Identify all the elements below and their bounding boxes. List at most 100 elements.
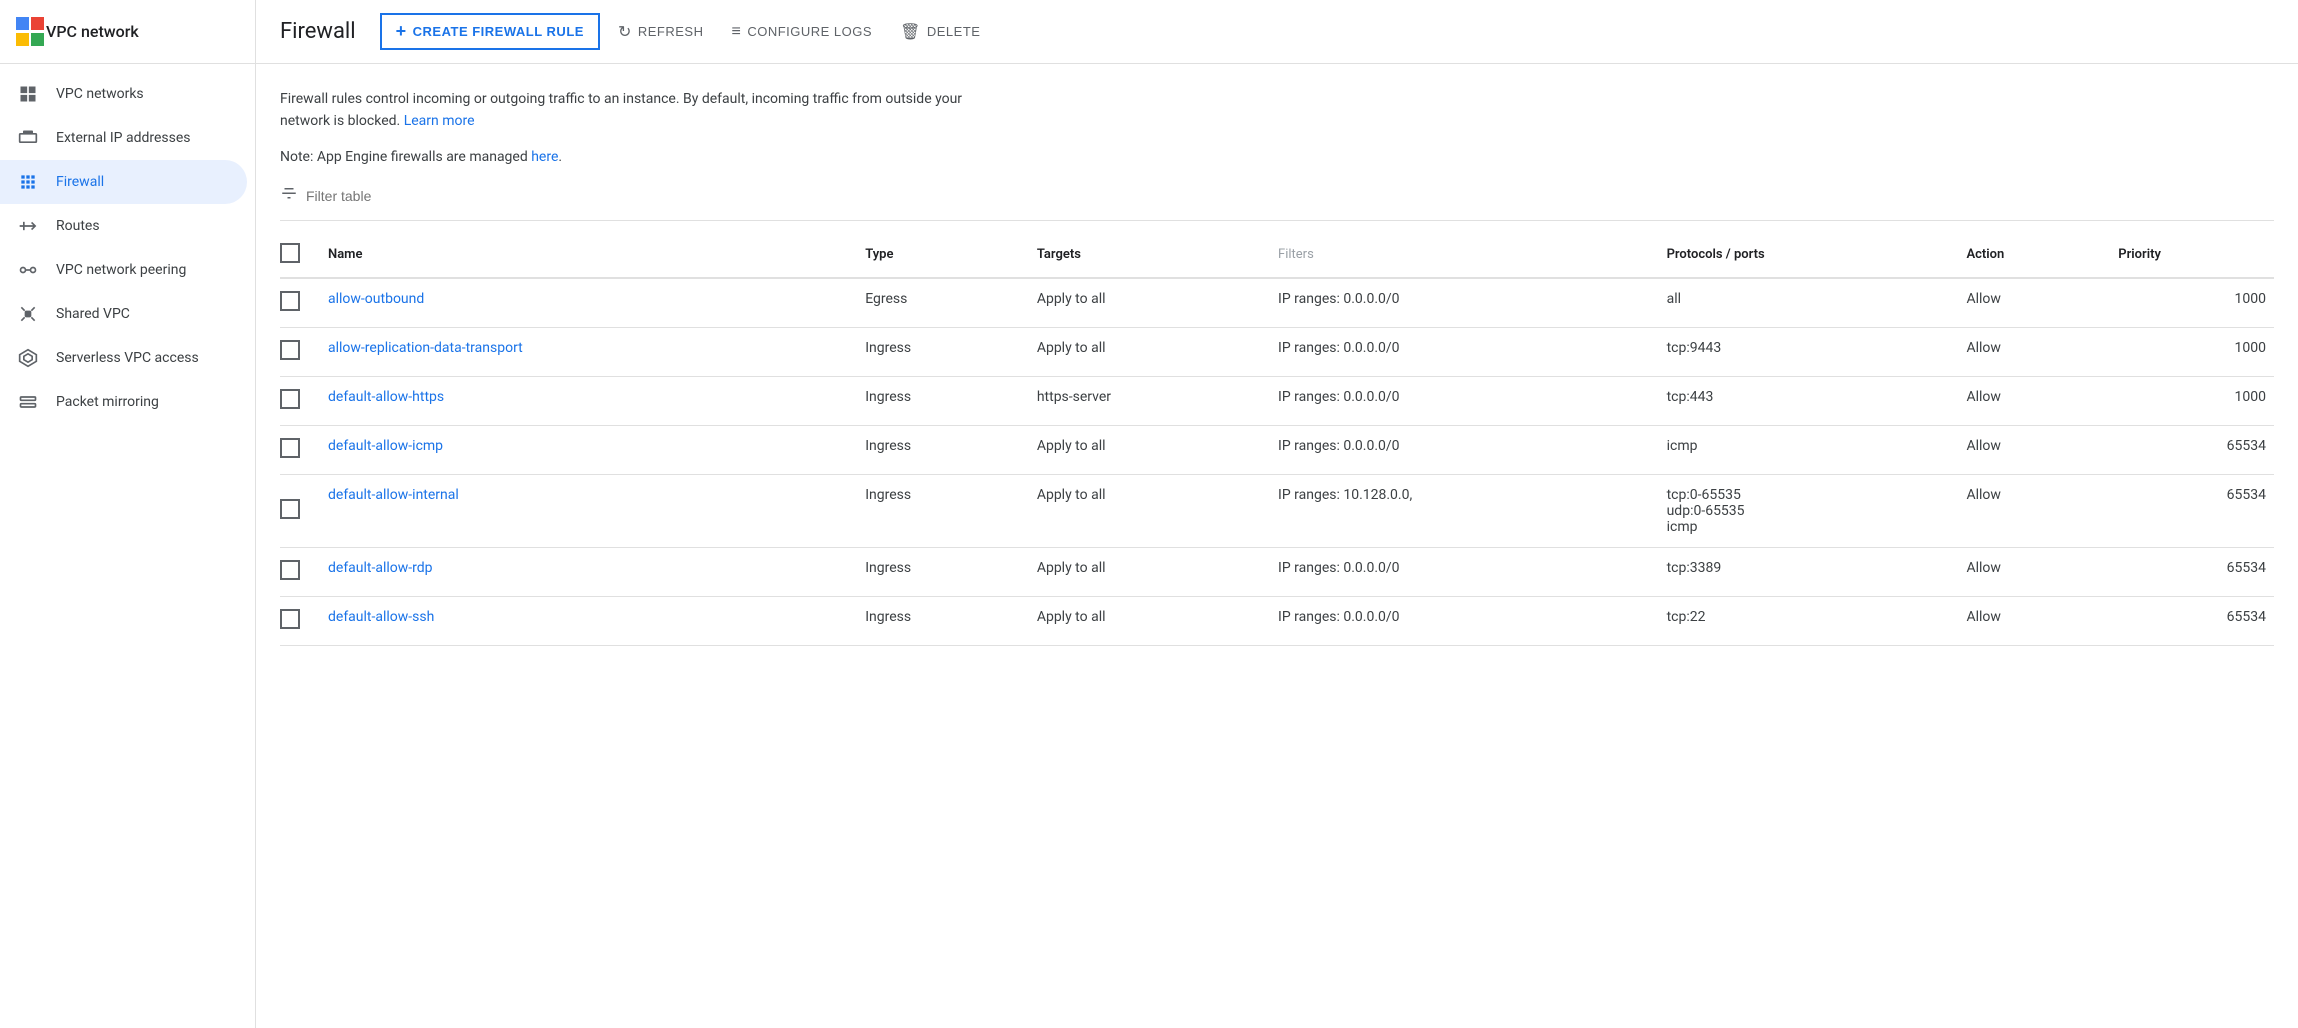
sidebar-item-routes[interactable]: Routes <box>0 204 247 248</box>
row-checkbox-cell <box>280 376 320 425</box>
row-action-3: Allow <box>1958 425 2110 474</box>
row-priority-6: 65534 <box>2110 596 2274 645</box>
row-name-3[interactable]: default-allow-icmp <box>320 425 857 474</box>
sidebar-item-external-ip[interactable]: External IP addresses <box>0 116 247 160</box>
sidebar-item-serverless-vpc[interactable]: Serverless VPC access <box>0 336 247 380</box>
app-logo <box>16 17 46 47</box>
sidebar-item-label-external-ip: External IP addresses <box>56 130 191 146</box>
create-firewall-rule-button[interactable]: + CREATE FIREWALL RULE <box>380 13 600 50</box>
row-targets-1: Apply to all <box>1029 327 1270 376</box>
row-filters-1: IP ranges: 0.0.0.0/0 <box>1270 327 1659 376</box>
row-targets-4: Apply to all <box>1029 474 1270 547</box>
row-action-6: Allow <box>1958 596 2110 645</box>
row-priority-0: 1000 <box>2110 278 2274 328</box>
row-name-2[interactable]: default-allow-https <box>320 376 857 425</box>
rules-table: Name Type Targets Filters Protocols / po… <box>280 233 2274 646</box>
row-checkbox-4[interactable] <box>280 499 300 519</box>
col-header-protocols[interactable]: Protocols / ports <box>1659 233 1959 278</box>
row-checkbox-cell <box>280 547 320 596</box>
col-header-filters[interactable]: Filters <box>1270 233 1659 278</box>
ip-icon <box>16 126 40 150</box>
row-checkbox-cell <box>280 327 320 376</box>
row-checkbox-0[interactable] <box>280 291 300 311</box>
col-header-action[interactable]: Action <box>1958 233 2110 278</box>
row-checkbox-2[interactable] <box>280 389 300 409</box>
row-filters-2: IP ranges: 0.0.0.0/0 <box>1270 376 1659 425</box>
row-priority-1: 1000 <box>2110 327 2274 376</box>
row-name-1[interactable]: allow-replication-data-transport <box>320 327 857 376</box>
row-checkbox-1[interactable] <box>280 340 300 360</box>
row-type-3: Ingress <box>857 425 1029 474</box>
table-row: default-allow-https Ingress https-server… <box>280 376 2274 425</box>
page-title: Firewall <box>280 19 356 44</box>
row-priority-3: 65534 <box>2110 425 2274 474</box>
table-header: Name Type Targets Filters Protocols / po… <box>280 233 2274 278</box>
delete-label: DELETE <box>927 24 981 39</box>
configure-icon: ≡ <box>731 23 741 41</box>
delete-button[interactable]: 🗑 DELETE <box>890 16 990 48</box>
table-body: allow-outbound Egress Apply to all IP ra… <box>280 278 2274 646</box>
filter-icon <box>280 185 298 208</box>
refresh-label: REFRESH <box>638 24 704 39</box>
row-filters-6: IP ranges: 0.0.0.0/0 <box>1270 596 1659 645</box>
refresh-button[interactable]: ↻ REFRESH <box>608 16 714 48</box>
plus-icon: + <box>396 21 407 42</box>
row-action-4: Allow <box>1958 474 2110 547</box>
row-priority-5: 65534 <box>2110 547 2274 596</box>
row-filters-0: IP ranges: 0.0.0.0/0 <box>1270 278 1659 328</box>
sidebar-item-shared-vpc[interactable]: Shared VPC <box>0 292 247 336</box>
row-filters-3: IP ranges: 0.0.0.0/0 <box>1270 425 1659 474</box>
note-main: Note: App Engine firewalls are managed <box>280 149 528 165</box>
row-checkbox-cell <box>280 474 320 547</box>
sidebar-item-packet-mirroring[interactable]: Packet mirroring <box>0 380 247 424</box>
row-checkbox-5[interactable] <box>280 560 300 580</box>
row-type-0: Egress <box>857 278 1029 328</box>
row-protocols-6: tcp:22 <box>1659 596 1959 645</box>
row-name-4[interactable]: default-allow-internal <box>320 474 857 547</box>
row-name-5[interactable]: default-allow-rdp <box>320 547 857 596</box>
select-all-checkbox[interactable] <box>280 243 300 263</box>
row-checkbox-cell <box>280 278 320 328</box>
col-header-type[interactable]: Type <box>857 233 1029 278</box>
row-name-0[interactable]: allow-outbound <box>320 278 857 328</box>
delete-icon: 🗑 <box>900 22 921 42</box>
row-targets-5: Apply to all <box>1029 547 1270 596</box>
routes-icon <box>16 214 40 238</box>
col-header-name[interactable]: Name <box>320 233 857 278</box>
row-filters-5: IP ranges: 0.0.0.0/0 <box>1270 547 1659 596</box>
serverless-icon <box>16 346 40 370</box>
table-row: default-allow-rdp Ingress Apply to all I… <box>280 547 2274 596</box>
table-row: default-allow-icmp Ingress Apply to all … <box>280 425 2274 474</box>
col-header-targets[interactable]: Targets <box>1029 233 1270 278</box>
row-targets-2: https-server <box>1029 376 1270 425</box>
row-checkbox-3[interactable] <box>280 438 300 458</box>
packet-icon <box>16 390 40 414</box>
sidebar-item-label-shared-vpc: Shared VPC <box>56 306 130 322</box>
learn-more-link[interactable]: Learn more <box>404 113 475 129</box>
sidebar-header: VPC network <box>0 0 255 64</box>
col-header-priority[interactable]: Priority <box>2110 233 2274 278</box>
filter-input[interactable] <box>306 188 2274 204</box>
peering-icon <box>16 258 40 282</box>
sidebar-item-firewall[interactable]: Firewall <box>0 160 247 204</box>
row-protocols-4: tcp:0-65535 udp:0-65535 icmp <box>1659 474 1959 547</box>
here-link[interactable]: here <box>531 149 558 165</box>
row-priority-2: 1000 <box>2110 376 2274 425</box>
note-text: Note: App Engine firewalls are managed h… <box>280 149 2274 165</box>
create-button-label: CREATE FIREWALL RULE <box>413 24 584 39</box>
sidebar-item-vpc-peering[interactable]: VPC network peering <box>0 248 247 292</box>
row-filters-4: IP ranges: 10.128.0.0, <box>1270 474 1659 547</box>
sidebar-item-label-vpc-networks: VPC networks <box>56 86 144 102</box>
row-protocols-0: all <box>1659 278 1959 328</box>
row-name-6[interactable]: default-allow-ssh <box>320 596 857 645</box>
configure-logs-button[interactable]: ≡ CONFIGURE LOGS <box>721 17 882 47</box>
table-row: default-allow-ssh Ingress Apply to all I… <box>280 596 2274 645</box>
firewall-table: Name Type Targets Filters Protocols / po… <box>280 233 2274 646</box>
row-targets-0: Apply to all <box>1029 278 1270 328</box>
sidebar-item-vpc-networks[interactable]: VPC networks <box>0 72 247 116</box>
row-checkbox-6[interactable] <box>280 609 300 629</box>
row-action-0: Allow <box>1958 278 2110 328</box>
sidebar: VPC network VPC networks External IP add… <box>0 0 256 1028</box>
firewall-icon <box>16 170 40 194</box>
row-type-4: Ingress <box>857 474 1029 547</box>
